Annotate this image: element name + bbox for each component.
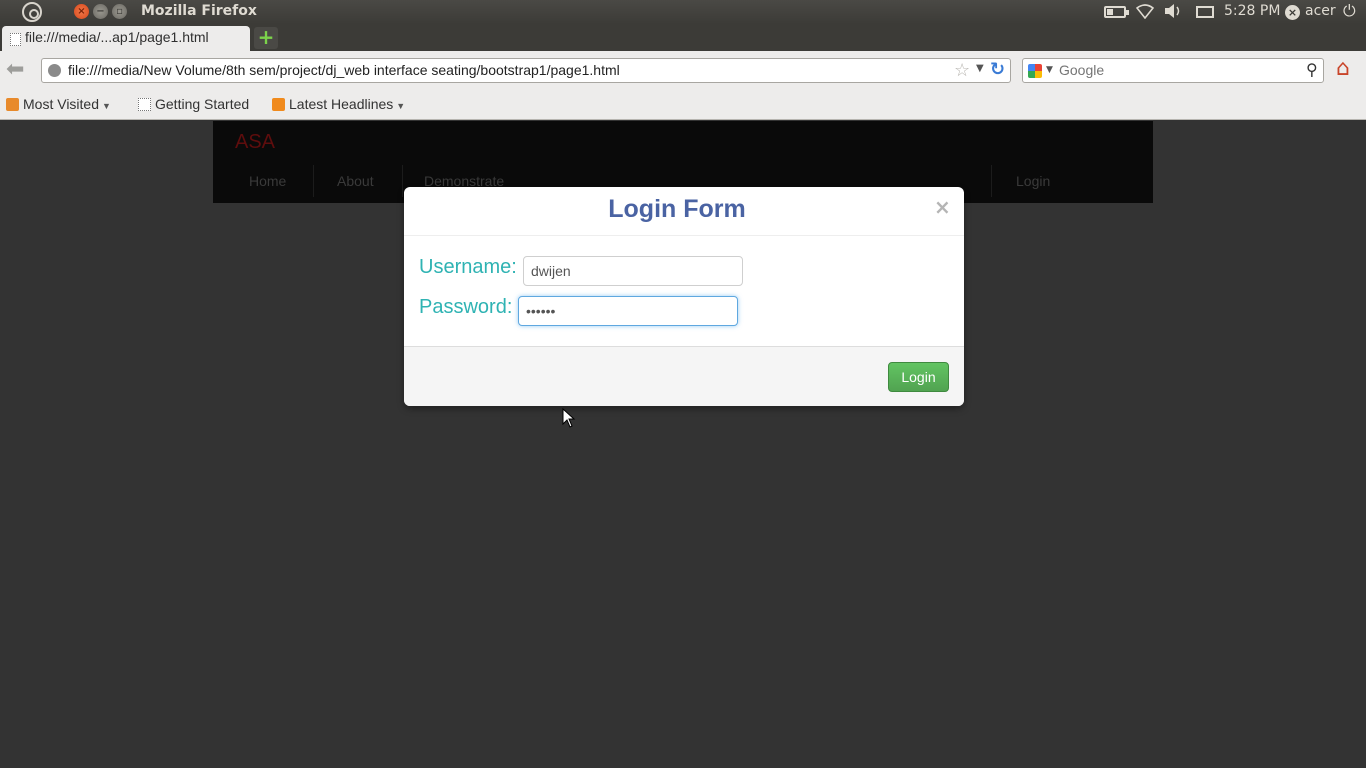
modal-footer: Login (404, 346, 964, 406)
modal-title: Login Form (608, 195, 746, 223)
ubuntu-logo-icon[interactable] (22, 2, 42, 22)
modal-header: Login Form × (404, 187, 964, 236)
tab-title: file:///media/...ap1/page1.html (25, 29, 209, 45)
window-minimize-button[interactable]: − (93, 4, 108, 19)
navigation-toolbar: ⬅ file:///media/New Volume/8th sem/proje… (0, 51, 1366, 89)
page-content: ASA Home About Demonstrate Login Login F… (0, 121, 1366, 768)
url-text[interactable]: file:///media/New Volume/8th sem/project… (68, 62, 620, 78)
bookmark-latest-headlines[interactable]: Latest Headlines ▼ (272, 96, 405, 112)
system-top-panel: × − ▫ Mozilla Firefox 5:28 PM × acer ⏻ (0, 0, 1366, 24)
bookmark-label: Most Visited (23, 96, 99, 112)
chevron-down-icon: ▼ (102, 101, 111, 111)
login-button[interactable]: Login (888, 362, 949, 392)
username-field[interactable] (523, 256, 743, 286)
nav-divider (402, 165, 403, 197)
chevron-down-icon: ▼ (396, 101, 406, 111)
bookmarks-toolbar: Most Visited ▼ Getting Started Latest Hea… (0, 89, 1366, 120)
power-icon[interactable]: ⏻ (1343, 1, 1356, 21)
bookmark-getting-started[interactable]: Getting Started (138, 96, 249, 112)
reload-icon[interactable]: ↻ (990, 59, 1005, 80)
window-maximize-button[interactable]: ▫ (112, 4, 127, 19)
search-icon[interactable]: ⚲ (1306, 60, 1318, 79)
search-bar[interactable]: ▼ ⚲ (1022, 58, 1324, 83)
rss-icon (272, 98, 285, 111)
folder-icon (6, 98, 19, 111)
url-history-dropdown-icon[interactable]: ▼ (976, 63, 984, 74)
home-icon[interactable]: ⌂ (1336, 57, 1350, 81)
clock[interactable]: 5:28 PM (1224, 3, 1280, 19)
user-status-icon[interactable]: × (1285, 5, 1300, 20)
login-modal: Login Form × Username: Password: Login (404, 187, 964, 406)
google-icon[interactable] (1028, 64, 1042, 78)
back-button[interactable]: ⬅ (6, 59, 24, 81)
nav-link-login[interactable]: Login (1016, 173, 1050, 189)
bookmark-most-visited[interactable]: Most Visited ▼ (6, 96, 111, 112)
password-label: Password: (419, 296, 513, 318)
tab-bar: file:///media/...ap1/page1.html + (0, 24, 1366, 51)
site-brand[interactable]: ASA (235, 131, 275, 154)
search-input[interactable] (1059, 62, 1289, 78)
new-tab-button[interactable]: + (254, 27, 278, 49)
password-field[interactable] (518, 296, 738, 326)
username-label: Username: (419, 256, 517, 278)
page-icon (138, 98, 151, 111)
nav-link-about[interactable]: About (337, 173, 374, 189)
search-engine-dropdown-icon[interactable]: ▼ (1046, 65, 1053, 75)
page-icon (10, 33, 21, 46)
battery-icon[interactable] (1104, 6, 1129, 18)
bookmark-star-icon[interactable]: ☆ (954, 60, 970, 81)
url-bar[interactable]: file:///media/New Volume/8th sem/project… (41, 58, 1011, 83)
volume-icon[interactable] (1163, 3, 1183, 23)
user-name[interactable]: acer (1305, 3, 1336, 19)
site-identity-icon[interactable] (48, 64, 61, 77)
tab-page1[interactable]: file:///media/...ap1/page1.html (2, 26, 250, 51)
window-close-button[interactable]: × (74, 4, 89, 19)
nav-divider (991, 165, 992, 197)
window-title: Mozilla Firefox (141, 3, 257, 19)
mail-icon[interactable] (1196, 6, 1214, 18)
modal-close-button[interactable]: × (934, 195, 951, 219)
bookmark-label: Latest Headlines (289, 96, 394, 112)
wifi-icon[interactable] (1135, 3, 1155, 23)
bookmark-label: Getting Started (155, 96, 250, 112)
nav-divider (313, 165, 314, 197)
nav-link-home[interactable]: Home (249, 173, 286, 189)
